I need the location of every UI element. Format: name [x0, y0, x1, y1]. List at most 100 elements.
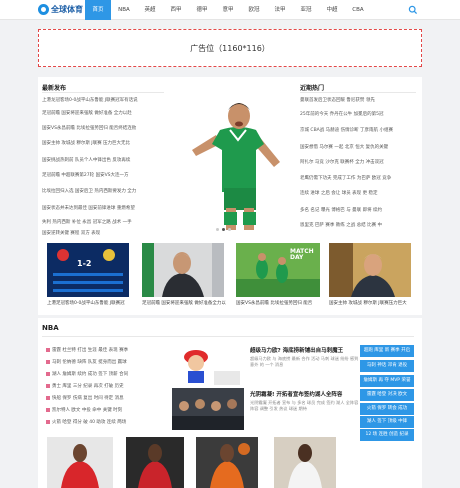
hero-carousel-image[interactable] [172, 80, 288, 235]
nav-item-csl[interactable]: 中超 [319, 0, 345, 20]
side-link-button[interactable]: 雷霆 哈登 对决 欧文 [360, 389, 414, 401]
nba-thumb-player[interactable] [196, 437, 258, 488]
player-image [47, 437, 113, 488]
nav-item-premier-league[interactable]: 英超 [137, 0, 163, 20]
team-photo-image [172, 388, 244, 430]
nav-item-ligue1[interactable]: 法甲 [267, 0, 293, 20]
hot-item[interactable]: 阿扎尔 马竞 沙尔克 联赛杯 全力 冲击双冠 [300, 159, 414, 165]
latest-item[interactable]: 国安状态并未达到最佳 国安前锋进球 重燃希望 [42, 205, 160, 211]
thumbnail-coach[interactable] [142, 243, 224, 297]
side-link-button[interactable]: 詹姆斯 再 夺 MVP 荣誉 [360, 375, 414, 387]
nba-news-title[interactable]: 光阴霜凝! 开拓者宣布签约湖人全阵容 [250, 390, 342, 398]
rank-item-label: 火箭 哈登 得分 破 40 助攻 连续 两场 [52, 420, 127, 425]
top-navbar: 全球体育 首页 NBA 英超 西甲 德甲 意甲 欧冠 法甲 亚冠 中超 CBA [0, 0, 460, 20]
mario-image [178, 345, 244, 387]
latest-item[interactable]: 失利 热内西斯 补位 永昌 冠军之路 战术 一手 [42, 219, 160, 225]
nav-item-home[interactable]: 首页 [85, 0, 111, 20]
rank-item-label: 凯尔特人 欧文 中投 命中 关键 时刻 [52, 408, 123, 413]
search-icon[interactable] [408, 5, 418, 15]
latest-title: 最新发布 [42, 85, 67, 92]
rank-item[interactable]: 快船 保罗 伤病 复出 时间 待定 消息 [46, 395, 172, 401]
hot-item[interactable]: 国安想借 马尔赛 一起 北京 恒大 复仇的关键 [300, 144, 414, 150]
carousel-dots [216, 228, 231, 231]
rank-marker-icon [46, 384, 50, 388]
hot-item[interactable]: 连续 进球 之后 会让 球员 表现 更 稳定 [300, 190, 414, 196]
hot-item[interactable]: 老鹰仍需下功夫 完成了工作 为巴萨 欧冠 竞争 [300, 175, 414, 181]
thumbnail-caption[interactable]: 国安VS永昌前瞻 比埃拉强势回归 能否 [236, 300, 320, 306]
side-link-button[interactable]: 火箭 保罗 转会 成功 [360, 403, 414, 415]
nav-item-cba[interactable]: CBA [345, 0, 371, 20]
nav-item-ucl[interactable]: 欧冠 [241, 0, 267, 20]
hot-title: 近期热门 [300, 85, 325, 92]
hot-item[interactable]: 恩里克 巴萨 赛季 教练 之战 总结 比赛 中 [300, 222, 414, 228]
nba-news-desc: 光阴霜凝 开拓者 宣布 与 多名 球员 完成 签约 湖人 全阵容 阵容 调整 引… [250, 400, 359, 411]
latest-item[interactable]: 上港龙冠客场0-0战平山东鲁能 J联赛冠军有话说 [42, 97, 160, 103]
rank-item-label: 勇士 库里 三分 纪录 再次 打破 历史 [52, 384, 124, 389]
side-link-button[interactable]: 湖人 签下 顶级 中锋 [360, 416, 414, 428]
nav-item-bundesliga[interactable]: 德甲 [189, 0, 215, 20]
nba-news-image-team[interactable] [172, 388, 244, 430]
latest-item[interactable]: 足冠前瞻 中超联赛第27轮 国安VS大连一方 [42, 172, 160, 178]
nba-thumb-player[interactable] [274, 437, 336, 488]
thumbnail-caption[interactable]: 上港足冠客场0-0战平山东鲁能 J联赛冠 [47, 300, 131, 306]
latest-item[interactable]: 国安挑战热刺前 队员个人中锋出色 反攻再续 [42, 157, 160, 163]
hot-item[interactable]: 多名 名记 曝光 博格巴 与 曼联 即将 续约 [300, 207, 414, 213]
thumbnail-caption[interactable]: 国安主帅 攻城战 穆尔斯 J联赛压力巨大 [329, 300, 413, 306]
player-image [196, 437, 258, 488]
nba-title: NBA [42, 324, 59, 332]
rank-item[interactable]: 马刺 伦纳德 缺阵 队友 挺身而出 赢球 [46, 359, 172, 365]
rank-marker-icon [46, 420, 50, 424]
rank-marker-icon [46, 348, 50, 352]
latest-divider [42, 92, 164, 93]
nav-item-nba[interactable]: NBA [111, 0, 137, 20]
side-link-button[interactable]: 超跑 库里 新 赛季 开启 [360, 345, 414, 357]
player-image [126, 437, 184, 488]
hot-item[interactable]: 京城 CBA战 马赫迪 伤情诊断 丁彦雨航 小组赛 [300, 127, 414, 133]
thumbnail-manager[interactable] [329, 243, 411, 297]
site-logo[interactable]: 全球体育 [38, 4, 83, 15]
nba-news-desc: 超级马力欧 与 海底捞 最新 合作 活动 马刺 球迷 纷纷 感到 意外 的 一个… [250, 356, 359, 367]
logo-text: 全球体育 [51, 4, 83, 14]
nav-item-serie-a[interactable]: 意甲 [215, 0, 241, 20]
rank-marker-icon [46, 372, 50, 376]
rank-item[interactable]: 火箭 哈登 得分 破 40 助攻 连续 两场 [46, 419, 172, 425]
nba-thumb-player[interactable] [47, 437, 113, 488]
latest-item[interactable]: 国安逆转关键 赛程 双方 表现 [42, 230, 160, 236]
carousel-dot[interactable] [228, 228, 231, 231]
rank-item[interactable]: 湖人 詹姆斯 续约 成功 签下 顶薪 合同 [46, 371, 172, 377]
thumbnail-caption[interactable]: 足冠前瞻 国安将迎来强敌 做好准备全力以赴 [142, 300, 226, 306]
carousel-dot[interactable] [216, 228, 219, 231]
latest-item[interactable]: 国安VS永昌前瞻 比埃拉强势回归 能否终结连败 [42, 125, 160, 131]
rank-marker-icon [46, 408, 50, 412]
nba-news-title[interactable]: 超级马力欧? 海底捞新铺出自马刺魔王 [250, 346, 343, 354]
side-link-button[interactable]: 马刺 神话 邓肯 退役 [360, 360, 414, 372]
thumbnail-scoreboard[interactable]: 1-2 [47, 243, 129, 297]
hot-item[interactable]: 曼联首发后卫状态回暖 鲁尼获赞 领先 [300, 97, 414, 103]
nav-item-acl[interactable]: 亚冠 [293, 0, 319, 20]
manager-image [329, 243, 411, 297]
nav-item-laliga[interactable]: 西甲 [163, 0, 189, 20]
scoreboard-image [47, 243, 129, 297]
hot-item[interactable]: 25年前的今天 乔丹在公牛 加冕后的第5冠 [300, 111, 414, 117]
coach-image [142, 243, 224, 297]
thumbnail-matchday[interactable]: MATCH DAY [236, 243, 320, 297]
latest-item[interactable]: 国安主帅 攻城战 穆尔斯 J联赛 压力巨大无比 [42, 140, 160, 146]
nba-thumb-player[interactable] [126, 437, 184, 488]
main-nav: 首页 NBA 英超 西甲 德甲 意甲 欧冠 法甲 亚冠 中超 CBA [85, 0, 371, 20]
rank-item-label: 马刺 伦纳德 缺阵 队友 挺身而出 赢球 [52, 360, 127, 365]
ad-label: 广告位（1160*116） [190, 43, 270, 53]
latest-item[interactable]: 足冠前瞻 国安将迎来强敌 做好准备 全力以赴 [42, 110, 160, 116]
hot-divider [300, 92, 416, 93]
player-image [274, 437, 336, 488]
rank-item[interactable]: 勇士 库里 三分 纪录 再次 打破 历史 [46, 383, 172, 389]
ad-banner[interactable]: 广告位（1160*116） [38, 29, 422, 67]
scoreboard-score: 1-2 [77, 259, 92, 268]
side-link-button[interactable]: 12 场 连胜 创造 纪录 [360, 429, 414, 441]
rank-item[interactable]: 凯尔特人 欧文 中投 命中 关键 时刻 [46, 407, 172, 413]
latest-item[interactable]: 比埃拉回归入选 国安后卫 热内西斯要发力 全力 [42, 188, 160, 194]
rank-item[interactable]: 雷霆 杜兰特 打出 生涯 最佳 表现 赛季 [46, 347, 172, 353]
nba-divider [42, 336, 414, 337]
rank-item-label: 快船 保罗 伤病 复出 时间 待定 消息 [52, 396, 124, 401]
nba-news-image-mario[interactable] [178, 345, 244, 387]
carousel-dot-active[interactable] [222, 228, 225, 231]
